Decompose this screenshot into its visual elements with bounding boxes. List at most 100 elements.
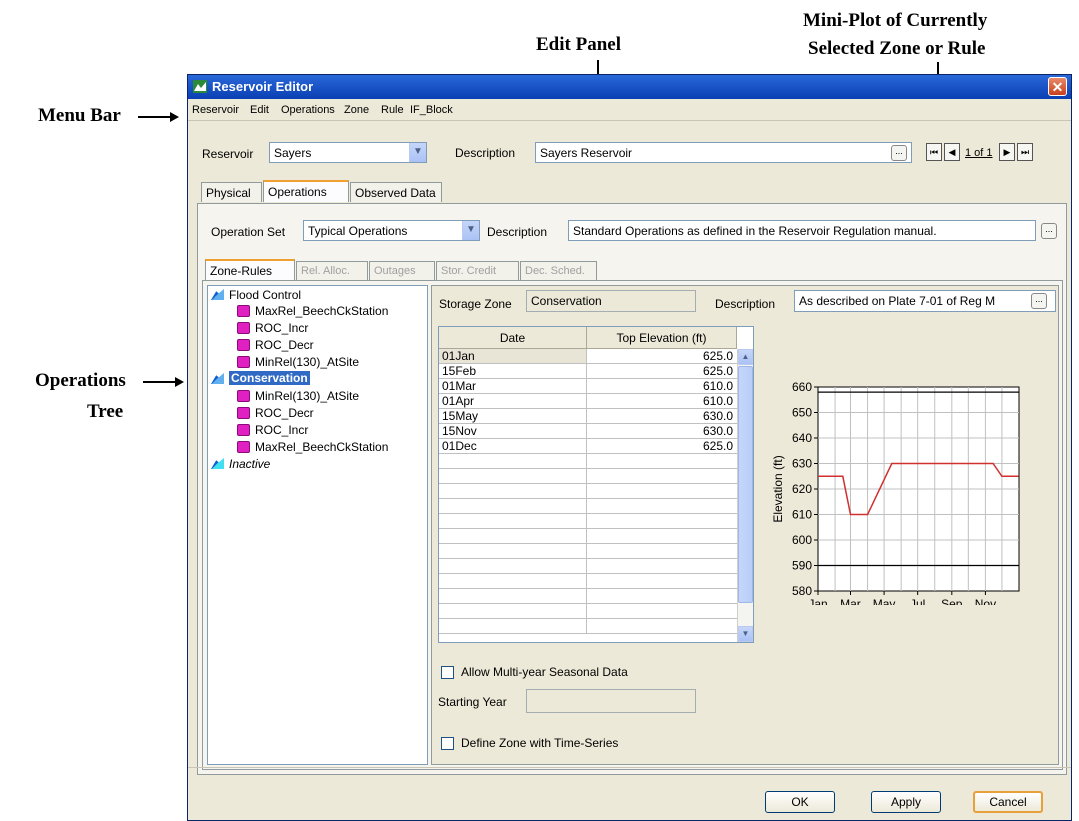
reservoir-select[interactable]: Sayers ▼ bbox=[269, 142, 427, 163]
operation-set-value: Typical Operations bbox=[308, 224, 408, 238]
zone-icon bbox=[211, 373, 224, 384]
table-row[interactable] bbox=[439, 469, 737, 484]
table-row[interactable] bbox=[439, 454, 737, 469]
y-tick-label: 580 bbox=[792, 584, 812, 598]
reservoir-description-field[interactable]: Sayers Reservoir bbox=[535, 142, 912, 163]
chevron-down-icon[interactable]: ▼ bbox=[409, 143, 426, 162]
reservoir-editor-window: Reservoir Editor ✕ Reservoir Edit Operat… bbox=[187, 74, 1072, 821]
tab-observed-data[interactable]: Observed Data bbox=[350, 182, 442, 202]
y-tick-label: 650 bbox=[792, 406, 812, 420]
operations-tree[interactable]: Flood Control MaxRel_BeechCkStation ROC_… bbox=[207, 285, 428, 765]
starting-year-field[interactable] bbox=[526, 689, 696, 713]
y-tick-label: 610 bbox=[792, 508, 812, 522]
y-tick-label: 590 bbox=[792, 559, 812, 573]
reservoir-description-value: Sayers Reservoir bbox=[540, 146, 633, 160]
table-row[interactable]: 01Apr 610.0 bbox=[439, 394, 737, 409]
annotation-arrow bbox=[138, 116, 170, 118]
first-record-icon[interactable]: ⏮ bbox=[926, 143, 942, 161]
y-tick-label: 620 bbox=[792, 482, 812, 496]
next-record-icon[interactable]: ▶ bbox=[999, 143, 1015, 161]
ok-button[interactable]: OK bbox=[765, 791, 835, 813]
menu-reservoir[interactable]: Reservoir bbox=[192, 104, 239, 116]
annotation-mini-plot-2: Selected Zone or Rule bbox=[808, 38, 986, 59]
table-row[interactable] bbox=[439, 544, 737, 559]
tab-operations[interactable]: Operations bbox=[263, 180, 349, 202]
op-description-label: Description bbox=[487, 225, 548, 239]
reservoir-label: Reservoir bbox=[202, 147, 254, 161]
table-row[interactable] bbox=[439, 514, 737, 529]
table-row[interactable]: 15Feb 625.0 bbox=[439, 364, 737, 379]
x-tick-label: Jul bbox=[910, 597, 925, 605]
scroll-thumb[interactable] bbox=[738, 366, 753, 603]
time-series-label: Define Zone with Time-Series bbox=[461, 736, 619, 750]
table-row[interactable] bbox=[439, 574, 737, 589]
title-bar[interactable]: Reservoir Editor ✕ bbox=[188, 75, 1071, 99]
column-header-elevation[interactable]: Top Elevation (ft) bbox=[587, 327, 737, 349]
rule-icon bbox=[237, 305, 250, 317]
annotation-arrow bbox=[143, 381, 175, 383]
ellipsis-button[interactable]: ... bbox=[1041, 223, 1057, 239]
rule-icon bbox=[237, 322, 250, 334]
table-row[interactable] bbox=[439, 589, 737, 604]
tab-stor-credit[interactable]: Stor. Credit bbox=[436, 261, 519, 281]
table-row[interactable]: 01Jan 625.0 bbox=[439, 349, 737, 364]
column-header-date[interactable]: Date bbox=[439, 327, 587, 349]
rule-icon bbox=[237, 424, 250, 436]
table-row[interactable] bbox=[439, 529, 737, 544]
table-row[interactable] bbox=[439, 604, 737, 619]
tab-zone-rules[interactable]: Zone-Rules bbox=[205, 259, 295, 281]
rule-icon bbox=[237, 441, 250, 453]
multi-year-label: Allow Multi-year Seasonal Data bbox=[461, 665, 628, 679]
rule-icon bbox=[237, 356, 250, 368]
operation-set-label: Operation Set bbox=[211, 225, 286, 239]
scroll-up-icon[interactable]: ▲ bbox=[738, 349, 753, 365]
elevation-table[interactable]: Date Top Elevation (ft) 01Jan 625.0 15Feb… bbox=[438, 326, 754, 643]
x-tick-label: Sep bbox=[941, 597, 963, 605]
tab-physical[interactable]: Physical bbox=[201, 182, 262, 202]
close-button[interactable]: ✕ bbox=[1048, 77, 1067, 96]
rule-icon bbox=[237, 390, 250, 402]
zone-description-field[interactable]: As described on Plate 7-01 of Reg M bbox=[794, 290, 1056, 312]
vertical-scrollbar[interactable]: ▲ ▼ bbox=[737, 349, 753, 642]
zone-icon bbox=[211, 289, 224, 300]
last-record-icon[interactable]: ⏭ bbox=[1017, 143, 1033, 161]
table-row[interactable]: 15Nov 630.0 bbox=[439, 424, 737, 439]
x-tick-label: Jan bbox=[808, 597, 827, 605]
chevron-down-icon[interactable]: ▼ bbox=[462, 221, 479, 240]
ellipsis-button[interactable]: ... bbox=[1031, 293, 1047, 309]
table-row[interactable]: 01Dec 625.0 bbox=[439, 439, 737, 454]
op-description-value: Standard Operations as defined in the Re… bbox=[573, 224, 937, 238]
op-description-field[interactable]: Standard Operations as defined in the Re… bbox=[568, 220, 1036, 241]
table-row[interactable]: 15May 630.0 bbox=[439, 409, 737, 424]
menu-if-block[interactable]: IF_Block bbox=[410, 104, 453, 116]
table-row[interactable] bbox=[439, 619, 737, 634]
menu-operations[interactable]: Operations bbox=[281, 104, 335, 116]
y-axis-label: Elevation (ft) bbox=[771, 455, 785, 522]
operation-set-select[interactable]: Typical Operations ▼ bbox=[303, 220, 480, 241]
prev-record-icon[interactable]: ◀ bbox=[944, 143, 960, 161]
tab-dec-sched[interactable]: Dec. Sched. bbox=[520, 261, 597, 281]
storage-zone-field[interactable]: Conservation bbox=[526, 290, 696, 312]
annotation-ops-tree-2: Tree bbox=[87, 401, 124, 422]
time-series-checkbox[interactable] bbox=[441, 737, 454, 750]
scroll-down-icon[interactable]: ▼ bbox=[738, 626, 753, 642]
cancel-button[interactable]: Cancel bbox=[973, 791, 1043, 813]
tab-outages[interactable]: Outages bbox=[369, 261, 435, 281]
menu-rule[interactable]: Rule bbox=[381, 104, 404, 116]
table-row[interactable] bbox=[439, 484, 737, 499]
tab-rel-alloc[interactable]: Rel. Alloc. bbox=[296, 261, 368, 281]
annotation-ops-tree-1: Operations bbox=[35, 370, 126, 391]
reservoir-value: Sayers bbox=[274, 146, 312, 160]
table-row[interactable]: 01Mar 610.0 bbox=[439, 379, 737, 394]
apply-button[interactable]: Apply bbox=[871, 791, 941, 813]
menu-edit[interactable]: Edit bbox=[250, 104, 269, 116]
menu-zone[interactable]: Zone bbox=[344, 104, 369, 116]
multi-year-checkbox[interactable] bbox=[441, 666, 454, 679]
ellipsis-button[interactable]: ... bbox=[891, 145, 907, 161]
rule-icon bbox=[237, 407, 250, 419]
table-row[interactable] bbox=[439, 559, 737, 574]
annotation-arrowhead bbox=[170, 112, 179, 122]
record-counter: 1 of 1 bbox=[965, 147, 993, 159]
window-title: Reservoir Editor bbox=[212, 79, 314, 94]
table-row[interactable] bbox=[439, 499, 737, 514]
